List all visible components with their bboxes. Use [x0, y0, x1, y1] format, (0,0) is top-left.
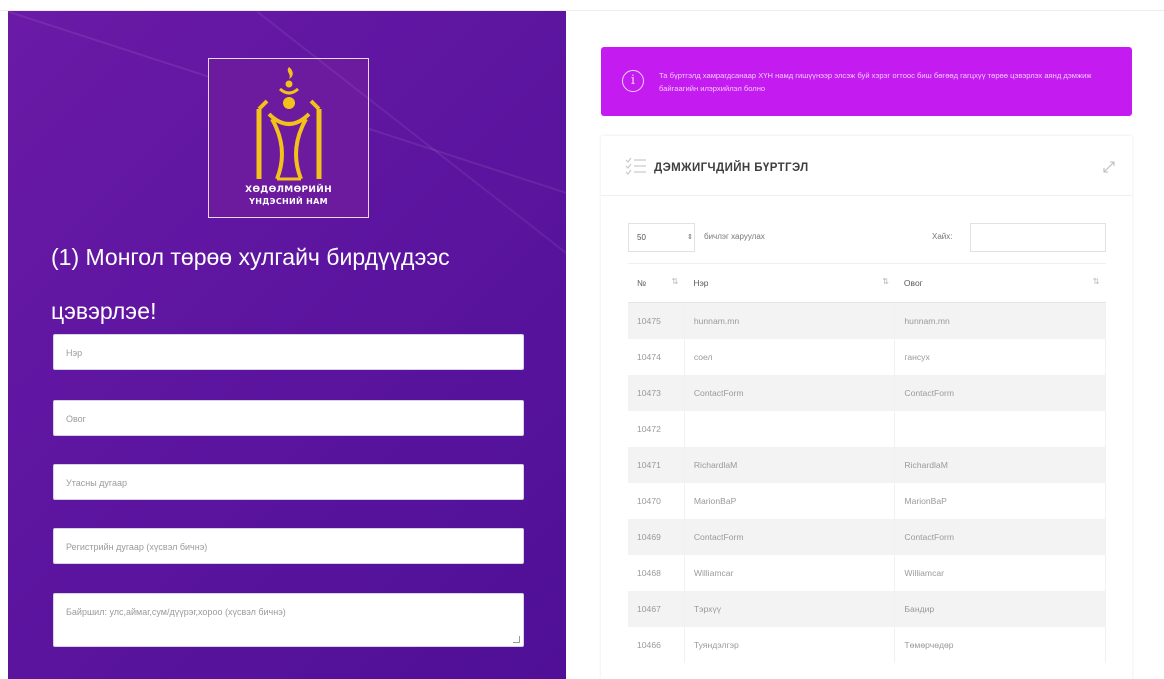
- sort-icon: ⇅: [882, 277, 889, 286]
- expand-icon[interactable]: [1102, 160, 1116, 174]
- search-label: Хайх:: [932, 232, 953, 241]
- cell-name: ContactForm: [684, 519, 896, 555]
- resize-handle-icon[interactable]: [513, 636, 520, 643]
- cell-ovog: RichardlaM: [894, 447, 1106, 483]
- address-textarea[interactable]: Байршил: улс,аймаг,сум/дүүрэг,хороо (хүс…: [53, 593, 524, 647]
- cell-name: Тэрхүү: [684, 591, 896, 627]
- supporters-card: ДЭМЖИГЧДИЙН БҮРТГЭЛ 50 ⇕ бичлэг харуулах…: [601, 136, 1132, 679]
- cell-id: 10471: [628, 447, 685, 483]
- column-header-number[interactable]: № ⇅: [628, 263, 685, 303]
- cell-ovog: Төмөрчөдөр: [894, 627, 1106, 663]
- ovog-input[interactable]: Овог: [53, 400, 524, 436]
- top-border: [0, 0, 1164, 11]
- cell-name: MarionBaP: [684, 483, 896, 519]
- cell-ovog: [894, 411, 1106, 447]
- table-row: 10474 соел гансух: [628, 339, 1106, 375]
- logo-text-line2: ҮНДЭСНИЙ НАМ: [249, 197, 328, 206]
- column-header-label: Нэр: [693, 278, 709, 288]
- address-placeholder: Байршил: улс,аймаг,сум/дүүрэг,хороо (хүс…: [66, 607, 286, 617]
- phone-input[interactable]: Утасны дугаар: [53, 464, 524, 500]
- column-header-ovog[interactable]: Овог ⇅: [894, 263, 1106, 303]
- table-row: 10468 Williamcar Williamcar: [628, 555, 1106, 591]
- slogan-heading: (1) Монгол төрөө хулгайч бирдүүдээс цэвэ…: [51, 244, 450, 324]
- table-row: 10467 Тэрхүү Бандир: [628, 591, 1106, 627]
- page-length-label: бичлэг харуулах: [704, 232, 765, 241]
- column-header-name[interactable]: Нэр ⇅: [684, 263, 895, 303]
- cell-id: 10474: [628, 339, 685, 375]
- table-row: 10472: [628, 411, 1106, 447]
- list-icon: [625, 157, 646, 175]
- register-input[interactable]: Регистрийн дугаар (хүсвэл бичнэ): [53, 528, 524, 564]
- cell-name: RichardlaM: [684, 447, 896, 483]
- page-length-value: 50: [637, 233, 646, 242]
- cell-name: [684, 411, 896, 447]
- cell-id: 10470: [628, 483, 685, 519]
- cell-id: 10468: [628, 555, 685, 591]
- logo-text-line1: ХӨДӨЛМӨРИЙН: [245, 185, 332, 195]
- cell-ovog: ContactForm: [894, 519, 1106, 555]
- info-icon: i: [622, 70, 644, 92]
- cell-ovog: гансух: [894, 339, 1106, 375]
- info-alert: i Та бүртгэлд хамрагдсанаар ХҮН намд гиш…: [601, 47, 1132, 116]
- card-header: ДЭМЖИГЧДИЙН БҮРТГЭЛ: [601, 136, 1132, 196]
- supporters-table: № ⇅ Нэр ⇅ Овог ⇅ 10475 hunnam.mn hunnam.mn 10…: [628, 263, 1106, 663]
- card-title: ДЭМЖИГЧДИЙН БҮРТГЭЛ: [654, 162, 809, 174]
- registration-panel: ХӨДӨЛМӨРИЙН ҮНДЭСНИЙ НАМ (1) Монгол төрө…: [8, 11, 566, 679]
- page-length-select[interactable]: 50 ⇕: [628, 223, 695, 252]
- cell-id: 10469: [628, 519, 685, 555]
- cell-name: hunnam.mn: [684, 302, 896, 339]
- cell-ovog: Williamcar: [894, 555, 1106, 591]
- cell-ovog: MarionBaP: [894, 483, 1106, 519]
- cell-name: соел: [684, 339, 896, 375]
- cell-name: Williamcar: [684, 555, 896, 591]
- cell-id: 10472: [628, 411, 685, 447]
- cell-id: 10473: [628, 375, 685, 411]
- name-input[interactable]: Нэр: [53, 334, 524, 370]
- cell-id: 10466: [628, 627, 685, 663]
- cell-ovog: Бандир: [894, 591, 1106, 627]
- cell-ovog: hunnam.mn: [894, 302, 1106, 339]
- table-row: 10475 hunnam.mn hunnam.mn: [628, 302, 1106, 339]
- cell-id: 10467: [628, 591, 685, 627]
- party-logo: ХӨДӨЛМӨРИЙН ҮНДЭСНИЙ НАМ: [208, 58, 369, 218]
- cell-name: Туяндэлгэр: [684, 627, 896, 663]
- select-arrows-icon: ⇕: [687, 234, 693, 241]
- sort-icon: ⇅: [671, 277, 679, 286]
- cell-ovog: ContactForm: [894, 375, 1106, 411]
- table-row: 10473 ContactForm ContactForm: [628, 375, 1106, 411]
- column-header-label: Овог: [903, 278, 923, 288]
- table-row: 10466 Туяндэлгэр Төмөрчөдөр: [628, 627, 1106, 663]
- alert-text: Та бүртгэлд хамрагдсанаар ХҮН намд гишүү…: [659, 71, 1092, 93]
- table-row: 10470 MarionBaP MarionBaP: [628, 483, 1106, 519]
- table-row: 10469 ContactForm ContactForm: [628, 519, 1106, 555]
- cell-id: 10475: [628, 302, 685, 339]
- cell-name: ContactForm: [684, 375, 896, 411]
- column-header-label: №: [637, 278, 647, 288]
- table-row: 10471 RichardlaM RichardlaM: [628, 447, 1106, 483]
- search-input[interactable]: [970, 223, 1106, 252]
- sort-icon: ⇅: [1092, 277, 1100, 286]
